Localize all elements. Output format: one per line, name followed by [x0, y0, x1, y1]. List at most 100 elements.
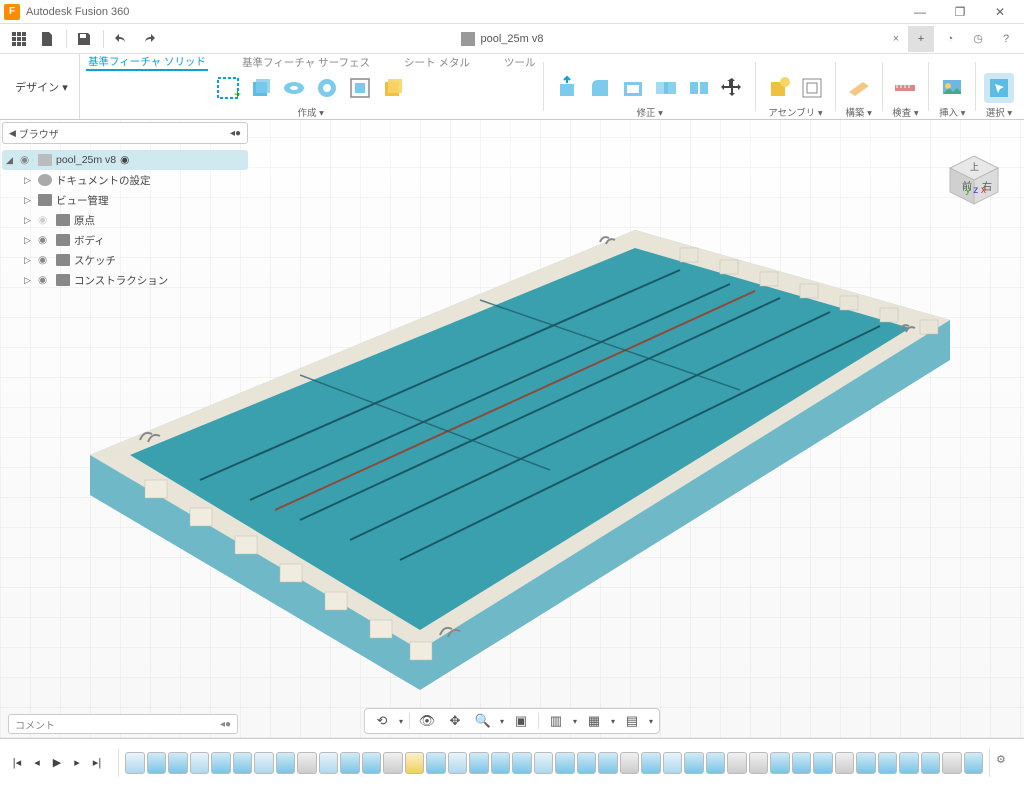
group-label-inspect[interactable]: 検査 ▾: [892, 105, 918, 119]
timeline-step[interactable]: [727, 752, 747, 774]
timeline-step[interactable]: [190, 752, 210, 774]
sweep-icon[interactable]: [312, 73, 342, 103]
shell-icon[interactable]: [618, 73, 648, 103]
tree-item-construction[interactable]: ▷◉コンストラクション: [2, 270, 248, 290]
timeline-step[interactable]: [319, 752, 339, 774]
timeline-step[interactable]: [383, 752, 403, 774]
component-icon[interactable]: [764, 73, 794, 103]
window-minimize-button[interactable]: —: [900, 0, 940, 24]
timeline-step[interactable]: [684, 752, 704, 774]
timeline-step[interactable]: [964, 752, 984, 774]
timeline-step[interactable]: [792, 752, 812, 774]
display-button[interactable]: ▥: [545, 710, 567, 732]
sketch-icon[interactable]: +: [213, 73, 243, 103]
tab-solid[interactable]: 基準フィーチャ ソリッド: [86, 54, 208, 71]
redo-button[interactable]: [136, 26, 162, 52]
timeline-step[interactable]: [921, 752, 941, 774]
window-close-button[interactable]: ✕: [980, 0, 1020, 24]
group-label-select[interactable]: 選択 ▾: [986, 105, 1012, 119]
select-icon[interactable]: [984, 73, 1014, 103]
presspull-icon[interactable]: [552, 73, 582, 103]
look-button[interactable]: 👁: [416, 710, 438, 732]
jobs-icon[interactable]: ◷: [966, 27, 990, 51]
pan-button[interactable]: ✥: [444, 710, 466, 732]
window-maximize-button[interactable]: ❐: [940, 0, 980, 24]
comment-input[interactable]: コメント ◂●: [8, 714, 238, 734]
apps-grid-icon[interactable]: [6, 26, 32, 52]
tree-item-views[interactable]: ▷ビュー管理: [2, 190, 248, 210]
viewports-button[interactable]: ▤: [621, 710, 643, 732]
browser-header[interactable]: ◀ ブラウザ ◂●: [2, 122, 248, 144]
timeline-step[interactable]: [512, 752, 532, 774]
timeline-step[interactable]: [620, 752, 640, 774]
grid-button[interactable]: ▦: [583, 710, 605, 732]
timeline-step[interactable]: [147, 752, 167, 774]
timeline-play-button[interactable]: ▶: [48, 754, 66, 772]
timeline-step[interactable]: [276, 752, 296, 774]
tab-close-button[interactable]: ×: [884, 27, 908, 51]
group-label-insert[interactable]: 挿入 ▾: [939, 105, 965, 119]
timeline-step[interactable]: [706, 752, 726, 774]
timeline-step[interactable]: [878, 752, 898, 774]
timeline-step[interactable]: [448, 752, 468, 774]
tree-item-sketches[interactable]: ▷◉スケッチ: [2, 250, 248, 270]
help-icon[interactable]: ?: [994, 27, 1018, 51]
fillet-icon[interactable]: [585, 73, 615, 103]
combine-icon[interactable]: [651, 73, 681, 103]
timeline-step[interactable]: [835, 752, 855, 774]
joint-icon[interactable]: [797, 73, 827, 103]
rib-icon[interactable]: [378, 73, 408, 103]
document-tab[interactable]: pool_25m v8: [461, 32, 544, 46]
timeline-step[interactable]: [168, 752, 188, 774]
timeline-start-button[interactable]: |◂: [8, 754, 26, 772]
timeline-step[interactable]: [813, 752, 833, 774]
timeline-step[interactable]: [770, 752, 790, 774]
timeline-step[interactable]: [469, 752, 489, 774]
zoom-button[interactable]: 🔍: [472, 710, 494, 732]
timeline-settings-icon[interactable]: ⚙: [996, 753, 1016, 773]
fit-button[interactable]: ▣: [510, 710, 532, 732]
tree-item-origin[interactable]: ▷◉原点: [2, 210, 248, 230]
timeline-step[interactable]: [340, 752, 360, 774]
orbit-button[interactable]: ⟲: [371, 710, 393, 732]
save-button[interactable]: [71, 26, 97, 52]
timeline-step[interactable]: [577, 752, 597, 774]
tab-sheetmetal[interactable]: シート メタル: [404, 55, 470, 70]
timeline-step[interactable]: [856, 752, 876, 774]
timeline-step[interactable]: [899, 752, 919, 774]
timeline-step[interactable]: [534, 752, 554, 774]
browser-pin-icon[interactable]: ◂●: [230, 128, 241, 139]
timeline-end-button[interactable]: ▸|: [88, 754, 106, 772]
insert-icon[interactable]: [937, 73, 967, 103]
timeline-step[interactable]: [125, 752, 145, 774]
timeline-step[interactable]: [362, 752, 382, 774]
tab-surface[interactable]: 基準フィーチャ サーフェス: [242, 55, 370, 70]
tree-item-bodies[interactable]: ▷◉ボディ: [2, 230, 248, 250]
timeline-step[interactable]: [233, 752, 253, 774]
move-icon[interactable]: [717, 73, 747, 103]
measure-icon[interactable]: [890, 73, 920, 103]
timeline-step[interactable]: [491, 752, 511, 774]
group-label-create[interactable]: 作成 ▾: [297, 105, 323, 119]
new-tab-button[interactable]: +: [908, 26, 934, 52]
tab-tools[interactable]: ツール: [504, 55, 536, 70]
workspace-switcher[interactable]: デザイン ▾: [4, 54, 80, 119]
timeline-step[interactable]: [749, 752, 769, 774]
timeline-step[interactable]: [426, 752, 446, 774]
tree-root[interactable]: ◢◉ pool_25m v8 ◉: [2, 150, 248, 170]
timeline-step[interactable]: [297, 752, 317, 774]
group-label-assembly[interactable]: アセンブリ ▾: [768, 105, 822, 119]
plane-icon[interactable]: [844, 73, 874, 103]
timeline-step[interactable]: [555, 752, 575, 774]
timeline-step[interactable]: [942, 752, 962, 774]
tree-item-settings[interactable]: ▷ドキュメントの設定: [2, 170, 248, 190]
timeline-step[interactable]: [598, 752, 618, 774]
timeline-step[interactable]: [211, 752, 231, 774]
timeline-step[interactable]: [663, 752, 683, 774]
group-label-construct[interactable]: 構築 ▾: [845, 105, 871, 119]
file-menu-button[interactable]: [34, 26, 60, 52]
revolve-icon[interactable]: [279, 73, 309, 103]
undo-button[interactable]: [108, 26, 134, 52]
loft-icon[interactable]: [345, 73, 375, 103]
timeline-step[interactable]: [405, 752, 425, 774]
